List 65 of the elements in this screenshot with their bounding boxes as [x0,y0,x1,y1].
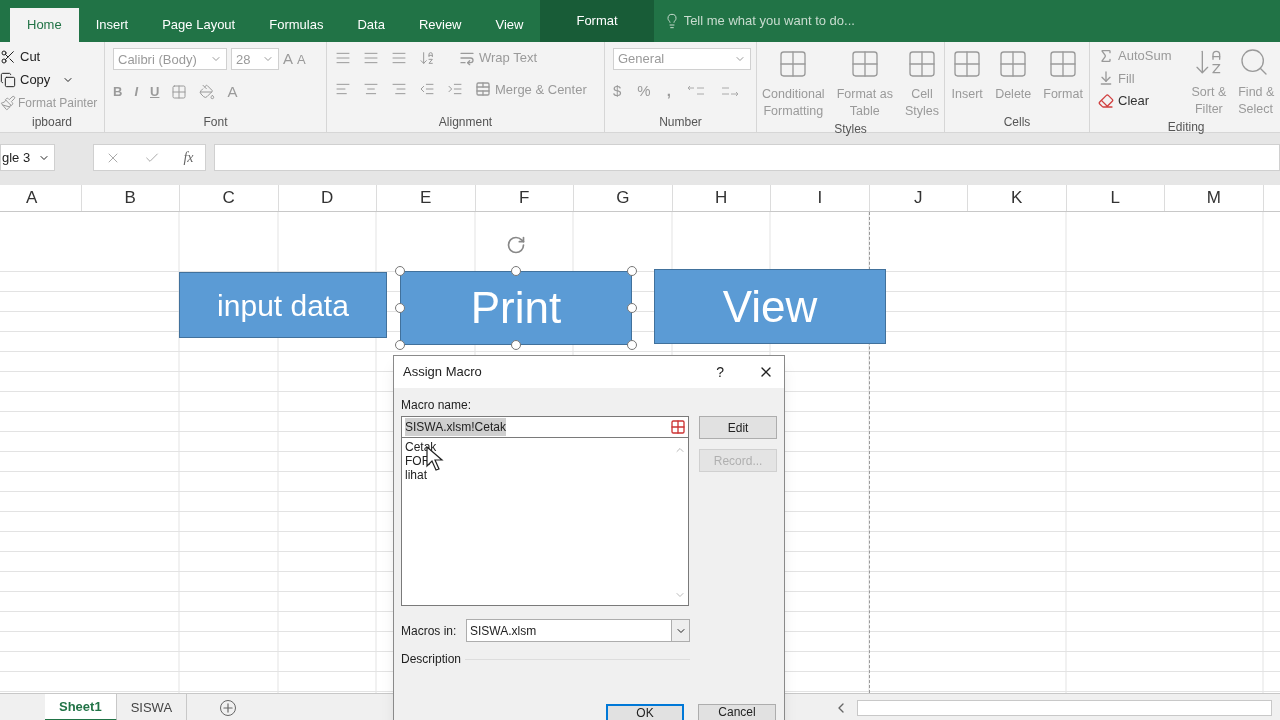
column-header[interactable]: K [968,185,1067,211]
group-label: Styles [834,121,867,138]
ribbon-tab[interactable]: Home [10,8,79,42]
group-label: Alignment [438,114,493,131]
ribbon-tab[interactable]: Format [540,0,654,42]
paint-bucket-icon [199,83,216,100]
column-header[interactable]: G [574,185,673,211]
column-header[interactable]: B [81,185,180,211]
column-header[interactable]: J [869,185,968,211]
field-label: Macros in: [401,622,458,640]
column-header[interactable]: M [1165,185,1264,211]
sigma-icon [1098,47,1114,64]
column-header[interactable]: D [278,185,377,211]
fill-down-icon [1098,70,1114,87]
eraser-icon [1098,92,1114,109]
group-label: Editing [1167,119,1205,136]
selected-text: SISWA.xlsm!Cetak [405,418,506,436]
paintbrush-icon [0,95,16,111]
ribbon-tab[interactable]: Data [340,8,402,42]
decimal-icon [720,84,739,99]
copy-button[interactable]: Copy [0,71,104,89]
column-header[interactable]: C [180,185,279,211]
merge-icon [475,81,491,98]
column-header[interactable]: F [475,185,574,211]
function-label: fx [183,149,194,167]
ribbon-tab[interactable]: Insert [78,8,146,42]
group-label: Font [203,114,228,131]
ribbon-tab[interactable]: Formulas [252,8,341,42]
dialog-button[interactable]: Cancel [698,704,776,720]
field-label: Macro name: [401,397,473,414]
column-header[interactable]: I [771,185,870,211]
dialog-button[interactable]: Edit [699,416,777,439]
group-label: Cells [1003,114,1031,131]
macros-in-select[interactable]: SISWA.xlsm [466,619,690,642]
macro-shape-button[interactable]: Print [400,271,632,345]
sheet-tab[interactable]: Sheet1 [45,694,117,720]
column-header[interactable]: E [377,185,476,211]
column-header[interactable]: A [0,185,82,211]
copy-icon [0,72,16,88]
dialog-title: Assign Macro [403,363,483,382]
scissors-icon [0,49,16,65]
group-label: Number [659,114,702,131]
macro-shape-button[interactable]: View [654,269,886,344]
section-label: Description [401,651,462,668]
help-button[interactable]: ? [716,361,724,383]
number-format-field[interactable]: General [613,48,751,70]
group-label: ipboard [32,114,72,131]
dialog-button[interactable]: OK [606,704,684,720]
clear-button[interactable]: Clear [1098,91,1172,111]
macro-list-item[interactable]: lihat [405,468,672,482]
column-header[interactable]: H [672,185,771,211]
name-box[interactable]: gle 3 [0,144,55,171]
borders-icon [171,83,188,100]
tell-me-field[interactable]: Tell me what you want to do... [683,11,984,31]
sheet-tab[interactable]: SISWA [116,694,188,720]
macro-shape-button[interactable]: input data [179,272,387,338]
macro-name-field[interactable]: SISWA.xlsm!Cetak [401,416,690,438]
ribbon-tab[interactable]: Page Layout [145,8,253,42]
formula-field[interactable] [214,144,1280,171]
ribbon-tab[interactable]: Review [401,8,479,42]
ribbon-tab[interactable]: View [478,8,541,42]
font-size-field[interactable]: 28 [231,48,279,71]
cut-button[interactable]: Cut [0,48,104,66]
column-header[interactable]: L [1066,185,1165,211]
horizontal-scrollbar[interactable] [857,699,1272,716]
